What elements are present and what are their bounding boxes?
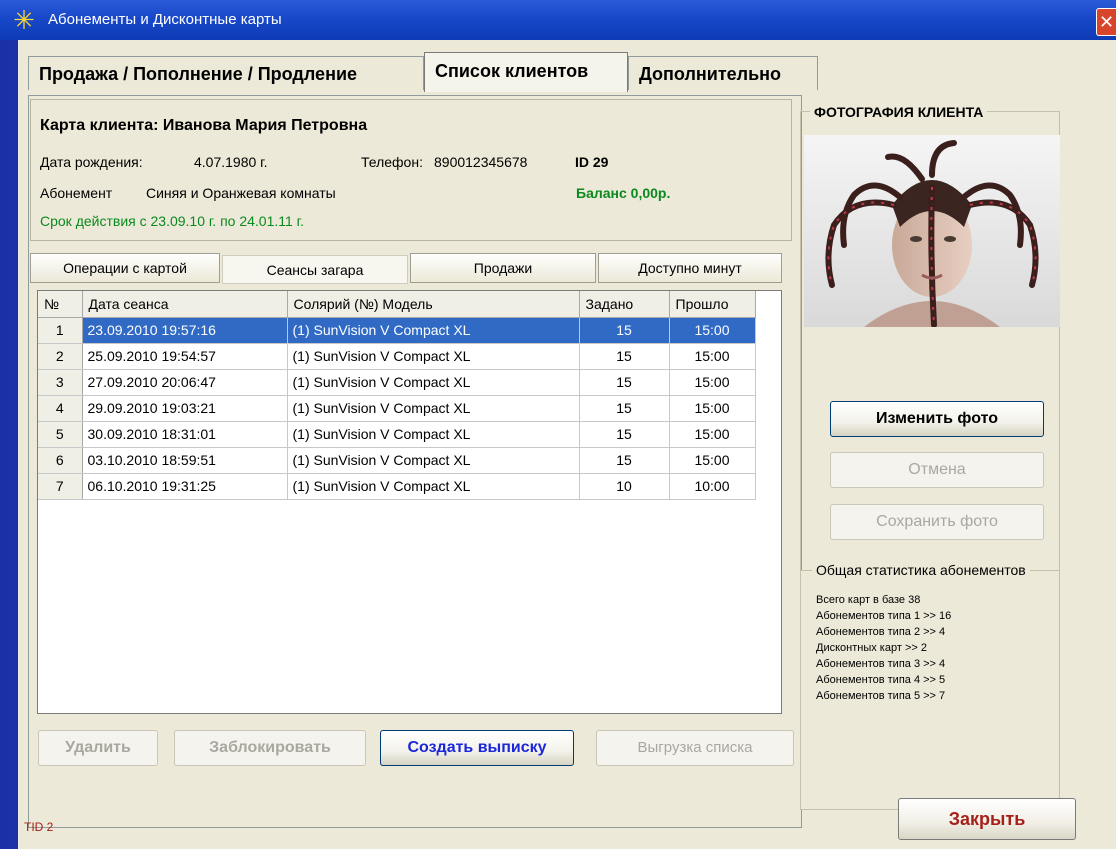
- terminal-id: TID 2: [24, 820, 54, 834]
- subtab-available-minutes[interactable]: Доступно минут: [598, 253, 782, 283]
- row-number: 7: [38, 473, 83, 500]
- phone-label: Телефон:: [361, 154, 423, 170]
- close-button[interactable]: Закрыть: [898, 798, 1076, 840]
- change-photo-button[interactable]: Изменить фото: [830, 401, 1044, 437]
- row-date: 29.09.2010 19:03:21: [82, 395, 288, 422]
- birth-date-label: Дата рождения:: [40, 154, 143, 170]
- stats-line: Абонементов типа 2 >> 4: [816, 626, 946, 638]
- row-passed: 15:00: [669, 369, 756, 396]
- save-photo-button[interactable]: Сохранить фото: [830, 504, 1044, 540]
- client-card-name: Карта клиента: Иванова Мария Петровна: [40, 117, 368, 134]
- row-set: 10: [579, 473, 670, 500]
- row-set: 15: [579, 369, 670, 396]
- stats-line: Абонементов типа 3 >> 4: [816, 658, 946, 670]
- client-photo: [804, 135, 1060, 327]
- subscription-value: Синяя и Оранжевая комнаты: [146, 185, 336, 201]
- statistics-legend: Общая статистика абонементов: [812, 562, 1030, 578]
- row-model: (1) SunVision V Compact XL: [287, 473, 580, 500]
- table-row[interactable]: 2 25.09.2010 19:54:57 (1) SunVision V Co…: [38, 343, 756, 370]
- table-row[interactable]: 1 23.09.2010 19:57:16 (1) SunVision V Co…: [38, 317, 756, 344]
- table-row[interactable]: 3 27.09.2010 20:06:47 (1) SunVision V Co…: [38, 369, 756, 396]
- row-number: 3: [38, 369, 83, 396]
- sessions-grid[interactable]: № Дата сеанса Солярий (№) Модель Задано …: [37, 290, 782, 714]
- row-set: 15: [579, 395, 670, 422]
- row-passed: 15:00: [669, 395, 756, 422]
- photo-legend: ФОТОГРАФИЯ КЛИЕНТА: [810, 104, 988, 120]
- window-title: Абонементы и Дисконтные карты: [48, 11, 282, 28]
- row-passed: 15:00: [669, 343, 756, 370]
- row-model: (1) SunVision V Compact XL: [287, 369, 580, 396]
- tab-clients[interactable]: Список клиентов: [424, 52, 628, 92]
- table-header-row: № Дата сеанса Солярий (№) Модель Задано …: [38, 291, 756, 318]
- validity-period: Срок действия с 23.09.10 г. по 24.01.11 …: [40, 213, 304, 229]
- row-set: 15: [579, 447, 670, 474]
- row-date: 03.10.2010 18:59:51: [82, 447, 288, 474]
- row-number: 4: [38, 395, 83, 422]
- table-row[interactable]: 6 03.10.2010 18:59:51 (1) SunVision V Co…: [38, 447, 756, 474]
- subtab-card-operations[interactable]: Операции с картой: [30, 253, 220, 283]
- table-row[interactable]: 5 30.09.2010 18:31:01 (1) SunVision V Co…: [38, 421, 756, 448]
- row-model: (1) SunVision V Compact XL: [287, 421, 580, 448]
- block-button[interactable]: Заблокировать: [174, 730, 366, 766]
- row-date: 30.09.2010 18:31:01: [82, 421, 288, 448]
- table-row[interactable]: 4 29.09.2010 19:03:21 (1) SunVision V Co…: [38, 395, 756, 422]
- row-passed: 15:00: [669, 317, 756, 344]
- row-date: 06.10.2010 19:31:25: [82, 473, 288, 500]
- row-passed: 15:00: [669, 447, 756, 474]
- col-number[interactable]: №: [38, 291, 83, 318]
- col-session-date[interactable]: Дата сеанса: [82, 291, 288, 318]
- tab-sale[interactable]: Продажа / Пополнение / Продление: [28, 56, 424, 90]
- row-date: 27.09.2010 20:06:47: [82, 369, 288, 396]
- row-set: 15: [579, 317, 670, 344]
- row-date: 23.09.2010 19:57:16: [82, 317, 288, 344]
- phone-value: 890012345678: [434, 154, 528, 170]
- window-close-button[interactable]: ✕: [1096, 8, 1116, 36]
- birth-date-value: 4.07.1980 г.: [194, 154, 268, 170]
- col-set[interactable]: Задано: [579, 291, 670, 318]
- subscription-label: Абонемент: [40, 185, 113, 201]
- row-set: 15: [579, 421, 670, 448]
- row-model: (1) SunVision V Compact XL: [287, 317, 580, 344]
- row-model: (1) SunVision V Compact XL: [287, 395, 580, 422]
- col-solarium-model[interactable]: Солярий (№) Модель: [287, 291, 580, 318]
- main-window: Продажа / Пополнение / Продление Список …: [18, 40, 1116, 849]
- stats-line: Всего карт в базе 38: [816, 594, 921, 606]
- client-id: ID 29: [575, 154, 609, 170]
- row-number: 5: [38, 421, 83, 448]
- row-passed: 10:00: [669, 473, 756, 500]
- row-model: (1) SunVision V Compact XL: [287, 447, 580, 474]
- row-number: 1: [38, 317, 83, 344]
- row-set: 15: [579, 343, 670, 370]
- row-passed: 15:00: [669, 421, 756, 448]
- stats-line: Дисконтных карт >> 2: [816, 642, 927, 654]
- row-number: 6: [38, 447, 83, 474]
- subtab-tanning-sessions[interactable]: Сеансы загара: [222, 255, 408, 284]
- tab-additional[interactable]: Дополнительно: [628, 56, 818, 90]
- create-statement-button[interactable]: Создать выписку: [380, 730, 574, 766]
- table-row[interactable]: 7 06.10.2010 19:31:25 (1) SunVision V Co…: [38, 473, 756, 500]
- balance-value: Баланс 0,00р.: [576, 185, 671, 201]
- row-number: 2: [38, 343, 83, 370]
- sun-icon: ✳: [13, 5, 35, 35]
- row-model: (1) SunVision V Compact XL: [287, 343, 580, 370]
- row-date: 25.09.2010 19:54:57: [82, 343, 288, 370]
- stats-line: Абонементов типа 1 >> 16: [816, 610, 952, 622]
- client-photo-image: [804, 135, 1060, 327]
- delete-button[interactable]: Удалить: [38, 730, 158, 766]
- stats-line: Абонементов типа 4 >> 5: [816, 674, 946, 686]
- sessions-table: № Дата сеанса Солярий (№) Модель Задано …: [38, 291, 756, 500]
- title-bar: ✳ Абонементы и Дисконтные карты ✕: [0, 0, 1116, 40]
- subtab-sales[interactable]: Продажи: [410, 253, 596, 283]
- export-list-button[interactable]: Выгрузка списка: [596, 730, 794, 766]
- col-passed[interactable]: Прошло: [669, 291, 756, 318]
- cancel-photo-button[interactable]: Отмена: [830, 452, 1044, 488]
- stats-line: Абонементов типа 5 >> 7: [816, 690, 946, 702]
